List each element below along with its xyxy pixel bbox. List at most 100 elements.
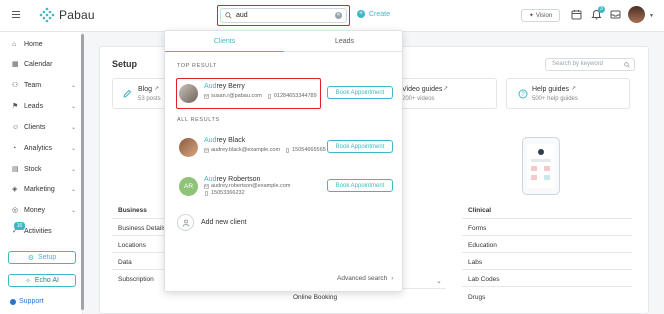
app-logo[interactable]: Pabau [39, 7, 95, 23]
create-button[interactable]: + Create [357, 10, 390, 18]
search-value: aud [236, 12, 248, 19]
sidebar-item-stock[interactable]: ▤ Stock ⌄ [12, 163, 76, 175]
business-details-link[interactable]: Business Details [118, 225, 166, 232]
search-icon [225, 12, 232, 19]
chevron-down-icon: ⌄ [70, 103, 76, 110]
phone-icon [286, 147, 290, 153]
locations-link[interactable]: Locations [118, 242, 146, 249]
forms-link[interactable]: Forms [468, 225, 486, 232]
book-appointment-button[interactable]: Book Appointment [327, 86, 393, 99]
sidebar-item-marketing[interactable]: ◈ Marketing ⌄ [12, 183, 76, 195]
card-title: Blog [138, 86, 153, 93]
page-title: Setup [112, 59, 138, 69]
client-initials-avatar: AR [179, 177, 198, 196]
setup-button[interactable]: ⚙ Setup [8, 251, 76, 264]
user-avatar[interactable] [628, 6, 645, 23]
home-icon: ⌂ [12, 40, 17, 48]
sidebar-item-label: Team [24, 81, 42, 89]
global-search-input[interactable]: aud ✕ [220, 8, 347, 23]
inbox-icon[interactable] [610, 9, 621, 20]
sparkle-icon: ✦ [528, 13, 534, 19]
setup-search-input[interactable]: Search by keyword [545, 58, 635, 71]
help-guides-card[interactable]: ? Help guides ↗ 500+ help guides [506, 78, 630, 109]
notification-badge: 3 [598, 6, 605, 13]
echo-ai-button[interactable]: ✧ Echo AI [8, 274, 76, 287]
pencil-icon [123, 89, 132, 98]
subscription-link[interactable]: Subscription [118, 276, 154, 283]
activities-badge: 16 [14, 222, 25, 230]
card-subtitle: 53 posts [138, 96, 161, 102]
advanced-search-link[interactable]: Advanced search › [337, 275, 393, 282]
clear-search-icon[interactable]: ✕ [335, 12, 342, 19]
divider [112, 235, 167, 236]
calendar-icon[interactable] [571, 9, 582, 20]
drugs-link[interactable]: Drugs [468, 294, 485, 301]
setup-label: Setup [37, 254, 57, 261]
money-icon: ◎ [12, 206, 19, 214]
business-heading: Business [118, 207, 147, 214]
sidebar-item-home[interactable]: ⌂ Home [12, 38, 76, 50]
divider [462, 269, 632, 270]
sidebar-item-analytics[interactable]: ◔ Analytics ⌄ [12, 142, 76, 154]
book-appointment-button[interactable]: Book Appointment [327, 179, 393, 192]
add-new-client-button[interactable]: Add new client [177, 214, 247, 231]
support-label: Support [19, 298, 44, 305]
sidebar-item-label: Calendar [24, 60, 53, 68]
sidebar-item-calendar[interactable]: ▦ Calendar [12, 58, 76, 70]
client-phone: 15054665565 [292, 147, 326, 153]
blog-card[interactable]: Blog ↗ 53 posts [112, 78, 172, 109]
sidebar-item-team[interactable]: ⚇ Team ⌄ [12, 79, 76, 91]
calendar-icon: ▦ [12, 60, 19, 68]
team-icon: ⚇ [12, 81, 19, 89]
lab-codes-link[interactable]: Lab Codes [468, 276, 499, 283]
client-email: audrey.black@example.com [211, 147, 281, 153]
leads-icon: ⚑ [12, 102, 19, 110]
chevron-down-icon[interactable]: ⌄ [436, 277, 442, 285]
tab-clients[interactable]: Clients [165, 31, 284, 52]
sidebar-item-clients[interactable]: ☺ Clients ⌄ [12, 121, 76, 133]
card-subtitle: 200+ videos [402, 96, 435, 102]
hamburger-icon[interactable] [12, 11, 20, 19]
phone-icon [205, 190, 208, 196]
sidebar-item-label: Clients [24, 123, 46, 131]
create-label: Create [369, 10, 391, 18]
sparkle-icon: ✧ [24, 277, 31, 285]
data-link[interactable]: Data [118, 259, 132, 266]
book-appointment-button[interactable]: Book Appointment [327, 140, 393, 153]
marketing-icon: ◈ [12, 185, 18, 193]
education-link[interactable]: Education [468, 242, 497, 249]
divider [462, 252, 632, 253]
card-subtitle: 500+ help guides [532, 96, 578, 102]
top-bar: Pabau aud ✕ + Create ✦ Vision 3 ▼ [0, 0, 664, 32]
clients-icon: ☺ [12, 123, 20, 131]
vision-button[interactable]: ✦ Vision [521, 9, 560, 22]
sidebar-item-leads[interactable]: ⚑ Leads ⌄ [12, 100, 76, 112]
result-item[interactable]: AR Audrey Robertson audrey.robertson@exa… [172, 171, 397, 202]
external-link-icon: ↗ [443, 86, 449, 92]
divider [462, 218, 632, 219]
divider [112, 252, 167, 253]
chevron-down-icon: ⌄ [70, 186, 76, 193]
sidebar-item-money[interactable]: ◎ Money ⌄ [12, 204, 76, 216]
sidebar-item-label: Analytics [24, 144, 53, 152]
sidebar-item-label: Stock [24, 165, 42, 173]
client-email-row: audrey.robertson@example.com [204, 183, 290, 189]
result-item[interactable]: Audrey Black audrey.black@example.com 15… [172, 132, 397, 163]
search-results-dropdown: Clients Leads TOP RESULT Audrey Berry su… [164, 30, 404, 292]
client-phone: 15053366232 [211, 190, 245, 196]
analytics-icon: ◔ [12, 144, 17, 152]
sidebar-item-label: Leads [24, 102, 44, 110]
add-new-client-label: Add new client [201, 219, 247, 226]
labs-link[interactable]: Labs [468, 259, 482, 266]
chevron-down-icon[interactable]: ▼ [649, 13, 654, 19]
card-title: Video guides [402, 86, 443, 93]
support-link[interactable]: Support [10, 298, 44, 305]
pabau-logo-icon [39, 7, 55, 23]
stock-icon: ▤ [12, 165, 19, 173]
result-tabs: Clients Leads [165, 31, 404, 52]
sidebar-scrollbar[interactable] [81, 34, 84, 310]
online-booking-link[interactable]: Online Booking [293, 294, 337, 301]
client-phone-row: 15053366232 [204, 190, 245, 196]
all-results-label: ALL RESULTS [177, 117, 220, 123]
tab-leads[interactable]: Leads [285, 31, 404, 52]
